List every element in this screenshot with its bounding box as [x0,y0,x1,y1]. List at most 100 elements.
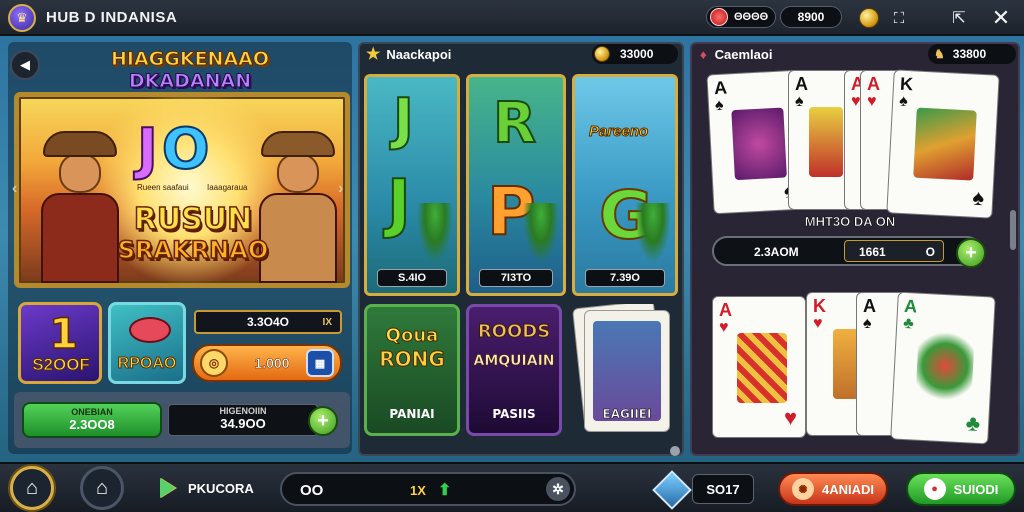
home-button[interactable]: ⌂ [10,466,54,510]
slot-card-2[interactable]: R P 7I3TO [466,74,566,296]
panel-resize-handle-icon[interactable] [670,446,680,456]
bonus-tile-one[interactable]: 1 S2OOF [18,302,102,384]
playing-card[interactable]: A ♣ ♣ [890,291,996,445]
gold-coin-icon[interactable] [856,5,882,31]
back-button[interactable]: ◀ [10,50,40,80]
lobby-button[interactable]: ⌂ [80,466,124,510]
bonus-tile-number: 1 [48,308,79,359]
portrait-card-front: EAGIIEI [584,310,670,432]
add-coins-button[interactable]: + [308,406,338,436]
card-art [913,107,977,181]
app-logo-icon[interactable]: ♛ [8,4,36,32]
card-bet-amount: 2.3AOM [754,245,799,259]
fullscreen-icon[interactable]: ⛶ [886,5,912,31]
home-icon: ⌂ [25,476,39,499]
card-rank: K [899,73,914,95]
auto-spin-label: 4ANIADI [821,481,874,497]
grid-icon[interactable]: ▦ [306,349,334,377]
share-icon[interactable]: ⇱ [946,5,972,31]
spin-button[interactable]: ● SUIODI [906,472,1016,506]
hero-banner[interactable]: JO Rueen saafaui Iaaagaraua RUSUN SRAKRN… [14,92,350,288]
bonus-tile-fish[interactable]: RPOAO [108,302,186,384]
app-title: HUB D INDANISA [46,9,178,26]
card-art [737,333,787,403]
card-rank: A [713,77,728,99]
spin-label: SUIODI [953,481,999,497]
hero-letter-j: J [136,116,159,183]
card-rank: A [719,300,732,320]
lobby-icon: ⌂ [95,476,109,499]
bag-icon: ♞ [934,47,945,61]
game-logo: HIAGGKENAAO DKADANAN [100,48,280,93]
gem-count: SO17 [692,474,754,504]
hero-next-arrow-icon[interactable]: › [338,180,350,200]
card-rank: A [867,74,880,94]
game-card-title-2: AMQUIAIN [473,353,555,370]
card-rank: A [863,296,876,316]
win-value: 3.3O4O [246,315,290,329]
card-bet-input[interactable]: 1661 O [844,240,944,262]
game-card-bottom: PASIIS [492,407,536,421]
game-card-rong[interactable]: Qoua RONG PANIAI [364,304,460,436]
bet-current: OO [300,482,324,499]
card-suit: ♥ [719,319,729,336]
card-suit: ♠ [863,315,872,332]
slots-panel-header: ★ Naackapoi [366,42,451,66]
character-portrait [593,321,661,421]
game-card-bottom: PANIAI [389,407,435,421]
game-card-amquiain[interactable]: ROODS AMQUIAIN PASIIS [466,304,562,436]
card-art [731,107,787,181]
play-nav-item[interactable]: PKUCORA [160,478,254,498]
slot-value: 7I3TO [479,269,553,287]
win-value-suffix: IX [322,316,332,328]
game-card-portrait[interactable]: EAGIIEI [572,304,672,436]
arrow-up-icon[interactable]: ⬆ [438,480,451,500]
highscore-value: 34.9OO [220,416,266,431]
settings-icon[interactable]: ✲ [546,477,570,501]
card-suit-large: ♥ [783,405,797,430]
cards-balance: ♞ 33800 [928,44,1016,64]
collect-value: 2.3OO8 [69,417,115,432]
slot-symbol-bottom: J [386,166,412,242]
slot-card-1[interactable]: J J S.4IO [364,74,460,296]
coin-bet-button[interactable]: ◎ 1.000 ▦ [192,344,342,382]
slot-value: S.4IO [377,269,447,287]
gold-coin-icon [594,46,610,62]
close-icon[interactable]: ✕ [988,5,1014,31]
playing-card[interactable]: A ♥ ♥ [712,296,806,438]
star-icon: ★ [366,46,381,63]
add-bet-button[interactable]: + [956,238,986,268]
card-rank: A [903,295,918,317]
cards-scrollbar[interactable] [1010,210,1016,250]
card-suit: ♠ [714,96,724,115]
play-icon [160,478,176,498]
slot-symbol-top: J [392,86,415,153]
game-card-title-2: RONG [379,347,446,372]
cards-balance-value: 33800 [952,47,987,61]
game-logo-line-2: DKADANAN [128,70,252,93]
hero-prev-arrow-icon[interactable]: ‹ [12,180,24,200]
collect-button[interactable]: ONEBIAN 2.3OO8 [22,402,162,438]
card-suit: ♠ [795,93,804,110]
card-bet-bar: 2.3AOM 1661 O [712,236,982,266]
card-suit-large: ♠ [971,184,985,211]
coin-stack-icon: ◎ [200,349,228,377]
card-suit: ♠ [898,92,909,111]
slots-balance: 33000 [592,44,678,64]
spin-icon: ● [923,478,946,500]
collect-caption: ONEBIAN [71,407,113,417]
chevron-left-icon: ◀ [20,57,30,72]
plus-icon: + [965,241,977,264]
plus-icon: + [317,409,329,432]
hero-title-line-2: SRAKRNAO [117,235,269,265]
coins-balance[interactable]: ΘΘΘΘ [706,6,776,28]
coins-label: ΘΘΘΘ [734,11,769,23]
palm-decoration [523,203,559,263]
playing-card[interactable]: K ♠ ♠ [886,69,1000,219]
slot-card-3[interactable]: Pareeno G 7.39O [572,74,678,296]
auto-spin-button[interactable]: ✺ 4ANIADI [778,472,888,506]
highscore-box: HIGENOIIN 34.9OO [168,404,318,436]
coins-value: 8900 [797,10,825,24]
cards-panel-header: ♦ Caemlaoi [700,42,772,66]
hero-caption-right: Iaaagaraua [207,183,248,192]
